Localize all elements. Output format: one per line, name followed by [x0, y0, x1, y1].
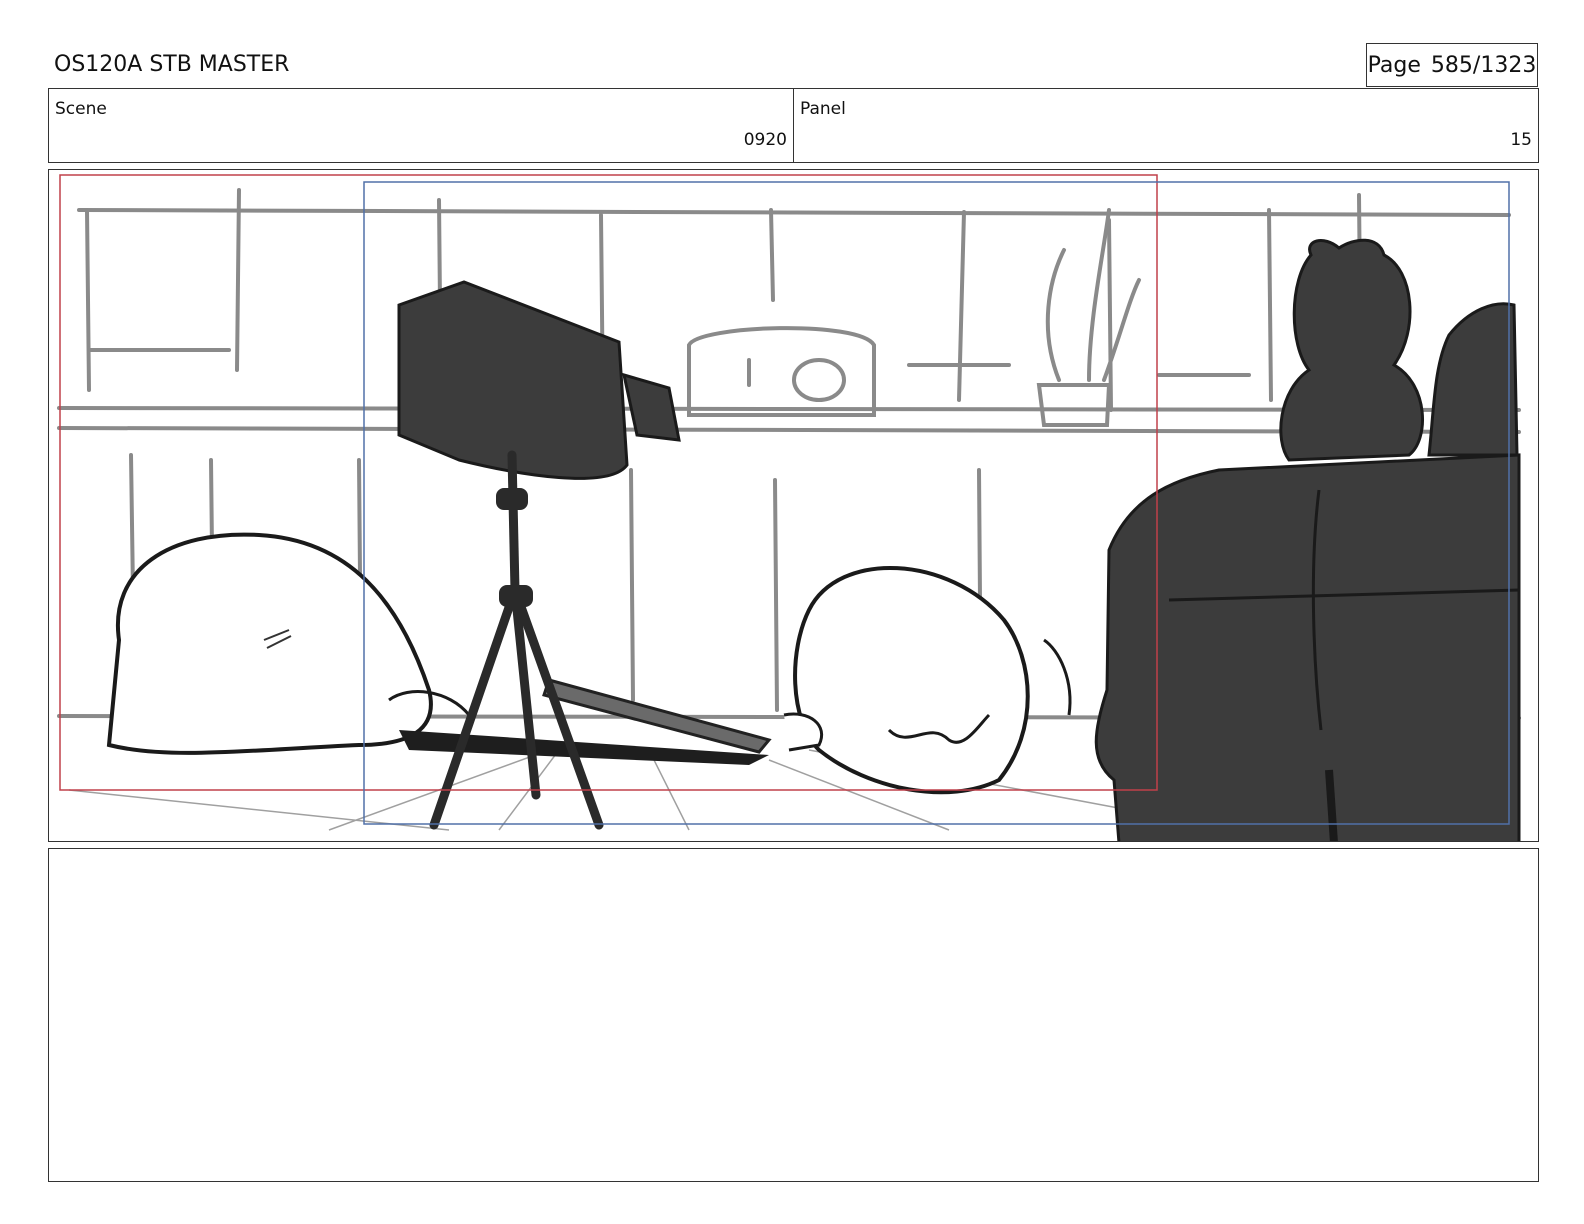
notes-box [48, 848, 1539, 1182]
document-title: OS120A STB MASTER [54, 52, 290, 77]
panel-cell: Panel 15 [793, 89, 1538, 162]
scene-label: Scene [55, 99, 107, 119]
page-number: 585/1323 [1430, 52, 1537, 78]
panel-number: 15 [1510, 130, 1532, 150]
scene-number: 0920 [743, 130, 787, 150]
scene-panel-info: Scene 0920 Panel 15 [48, 88, 1539, 163]
scene-cell: Scene 0920 [49, 89, 793, 162]
page-indicator: Page 585/1323 [1366, 43, 1538, 87]
storyboard-frame [48, 169, 1539, 842]
panel-label: Panel [800, 99, 846, 119]
page-label: Page [1367, 52, 1421, 78]
storyboard-sketch [57, 174, 1521, 841]
